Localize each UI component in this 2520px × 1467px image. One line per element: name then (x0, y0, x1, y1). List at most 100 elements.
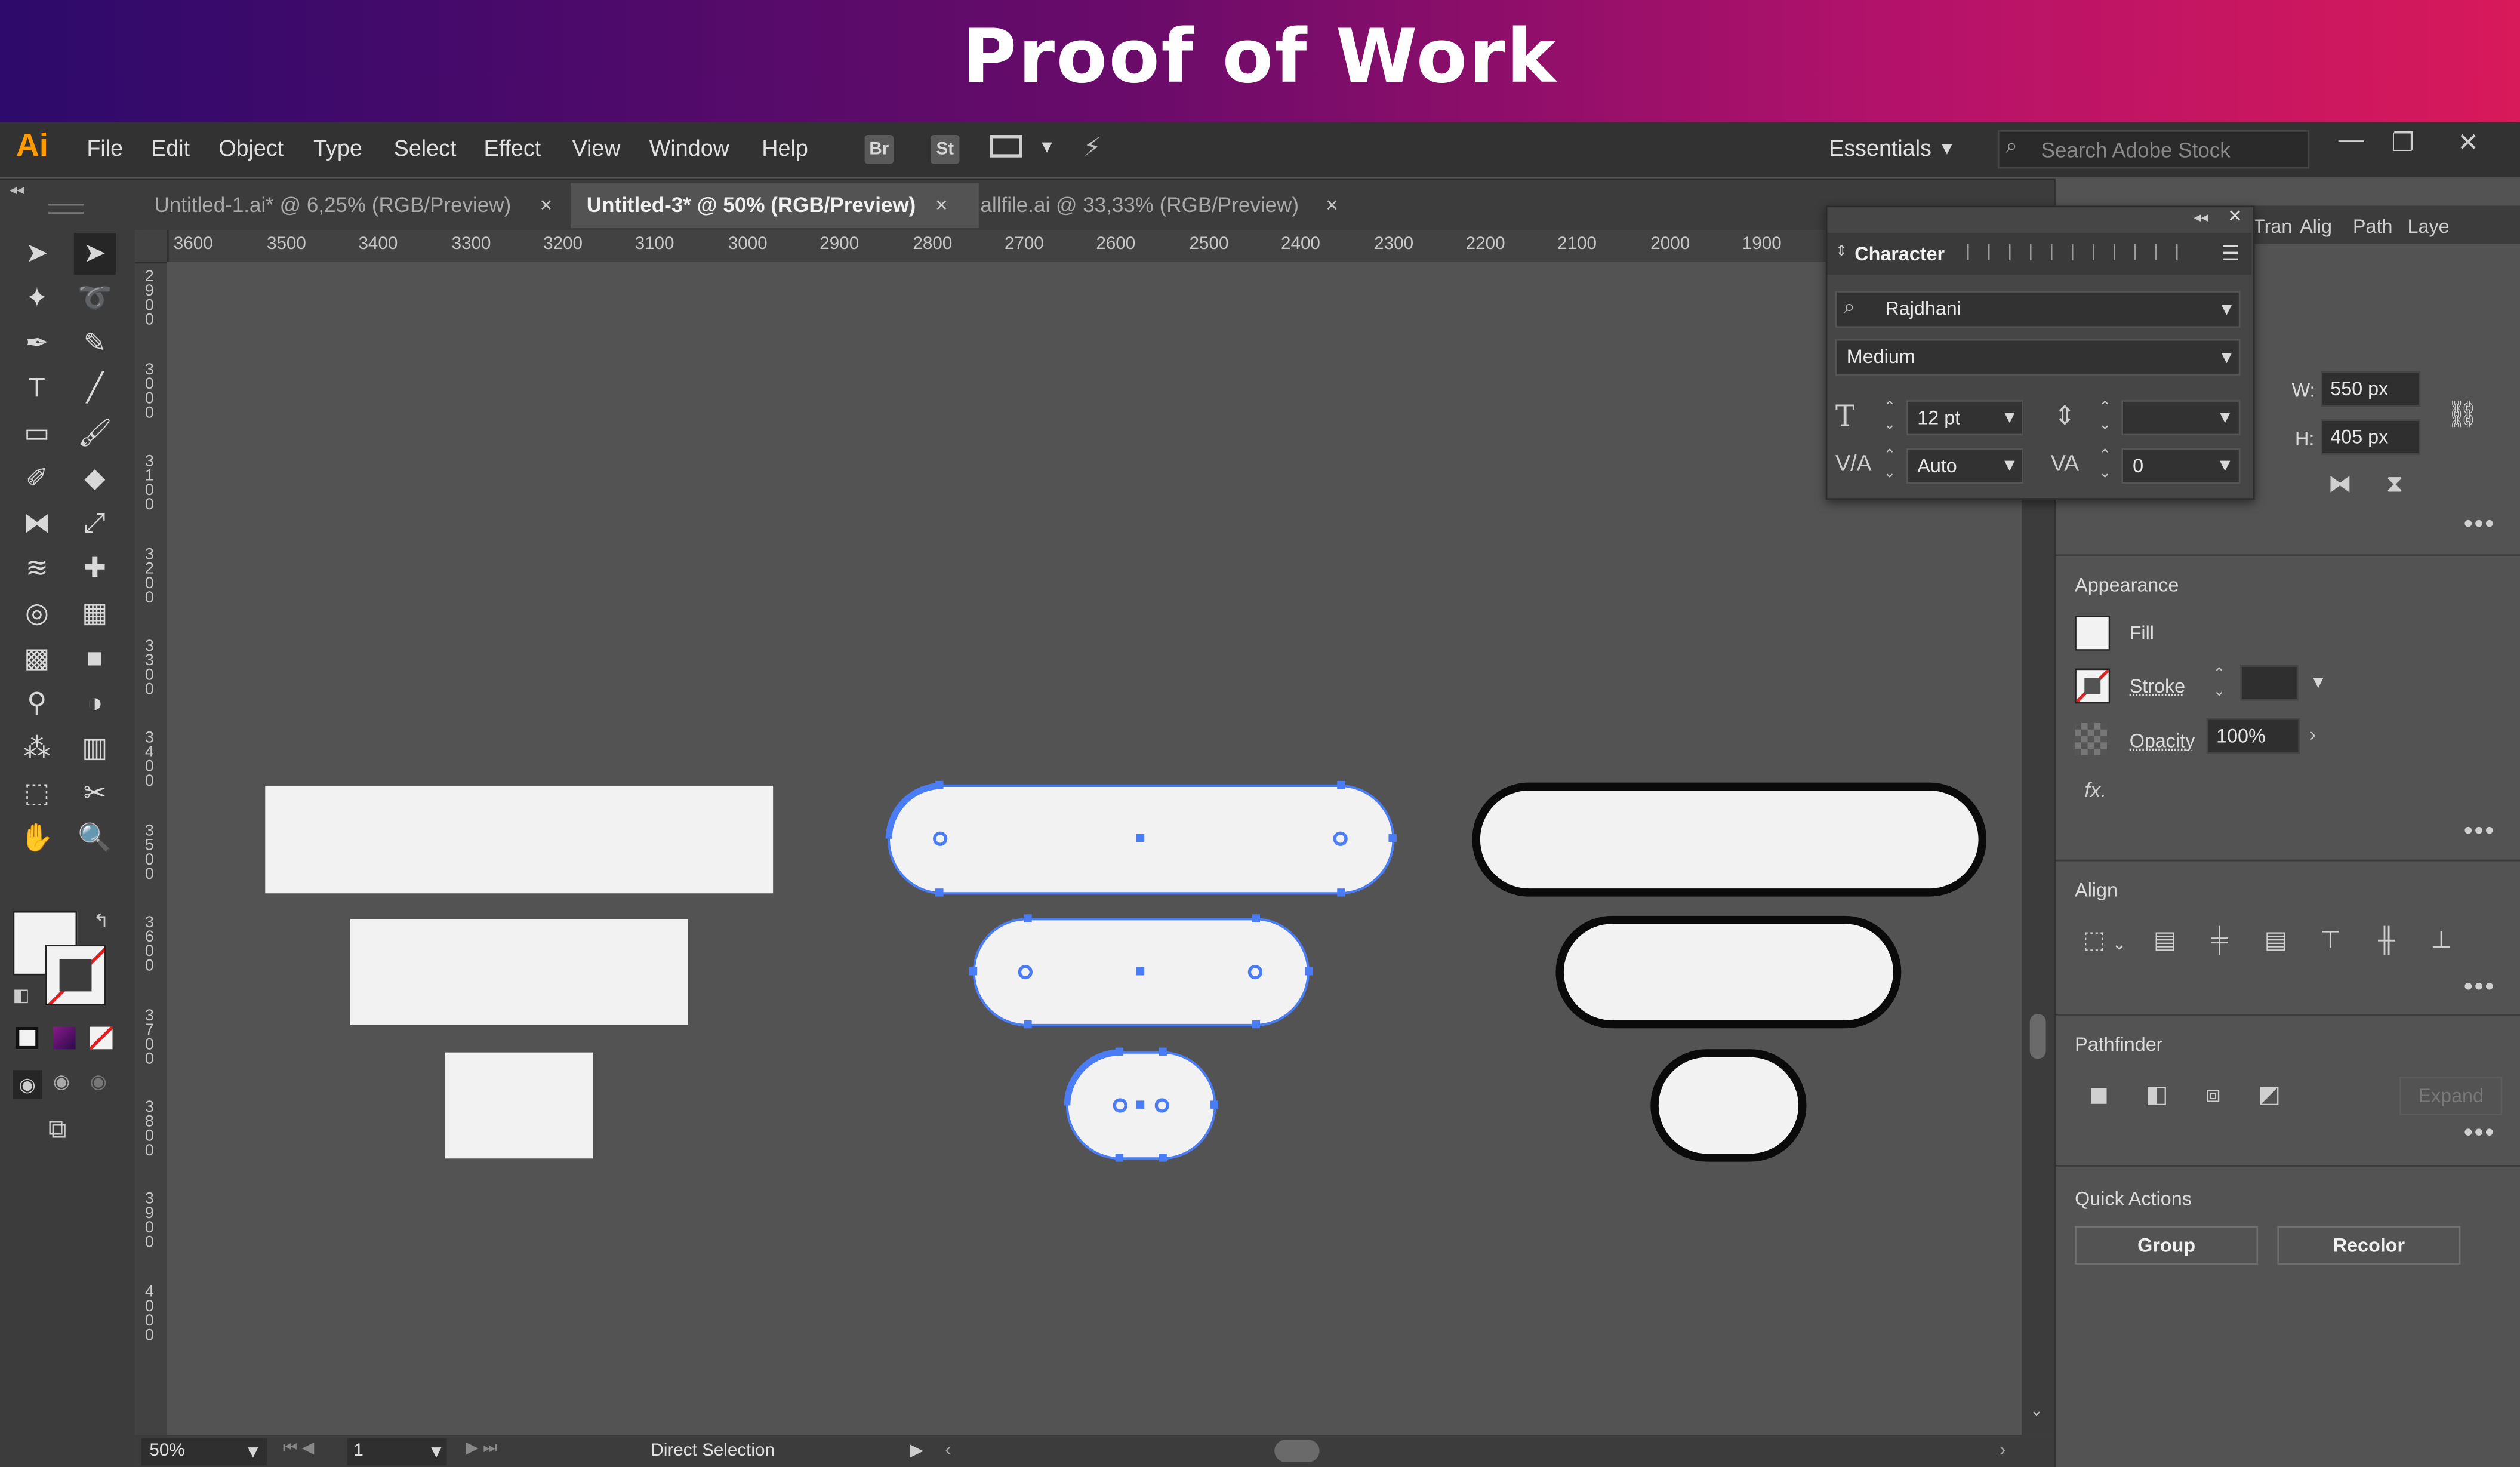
chevron-down-icon[interactable]: ▼ (2309, 673, 2327, 693)
collapse-panel-icon[interactable]: ◂◂ (2194, 209, 2208, 227)
close-panel-icon[interactable]: ✕ (2228, 205, 2242, 226)
artboard-nav-next-icons[interactable]: ▶ ⏭ (466, 1440, 497, 1457)
chevron-down-icon[interactable]: ▼ (2218, 300, 2235, 319)
none-mode-icon[interactable] (90, 1026, 113, 1050)
default-colors-icon[interactable]: ◧ (13, 985, 30, 1005)
collapse-panel-icon[interactable]: ◂◂ (10, 182, 24, 199)
panel-collapse-arrows-icon[interactable]: ⇕ (1835, 242, 1847, 260)
chevron-down-icon[interactable]: ▼ (2001, 408, 2018, 428)
menu-object[interactable]: Object (218, 135, 284, 161)
anchor-point[interactable] (935, 888, 944, 897)
align-left-icon[interactable]: ▤ (2151, 927, 2179, 956)
horizontal-scrollbar-thumb[interactable] (1274, 1440, 1320, 1462)
stock-icon[interactable]: St (931, 135, 960, 164)
fx-icon[interactable]: fx. (2084, 777, 2106, 801)
zoom-tool-icon[interactable]: 🔍 (74, 818, 116, 860)
minimize-icon[interactable]: — (2339, 127, 2364, 156)
minus-front-icon[interactable]: ◧ (2142, 1081, 2171, 1110)
eraser-tool-icon[interactable]: ◆ (74, 458, 116, 500)
workspace-switcher[interactable]: Essentials (1829, 135, 1931, 161)
chevron-down-icon[interactable]: ▼ (2216, 456, 2234, 475)
menu-file[interactable]: File (87, 135, 123, 161)
more-options-icon[interactable]: ••• (2464, 511, 2496, 540)
menu-window[interactable]: Window (649, 135, 729, 161)
tab-align[interactable]: Alig (2300, 216, 2332, 238)
stroke-weight-stepper[interactable]: ⌃ ⌄ (2213, 665, 2236, 700)
menu-help[interactable]: Help (762, 135, 808, 161)
anchor-point[interactable] (935, 780, 944, 789)
puppet-warp-tool-icon[interactable]: ✚ (74, 548, 116, 590)
direct-selection-tool-icon[interactable]: ➤ (73, 233, 116, 275)
type-tool-icon[interactable]: T (16, 368, 58, 410)
scroll-left-icon[interactable]: ‹ (945, 1438, 951, 1461)
anchor-point[interactable] (1115, 1154, 1124, 1162)
font-style-field[interactable]: Medium (1835, 339, 2241, 376)
menu-effect[interactable]: Effect (483, 135, 541, 161)
anchor-point[interactable] (1115, 1047, 1124, 1056)
chevron-down-icon[interactable]: ▼ (1938, 140, 1955, 159)
exclude-icon[interactable]: ◩ (2255, 1081, 2284, 1110)
tab-close-icon[interactable]: × (1326, 193, 1338, 217)
artboard-tool-icon[interactable]: ⬚ (16, 773, 58, 814)
flip-vertical-icon[interactable]: ⧗ (2380, 470, 2409, 499)
chevron-down-icon[interactable]: ▼ (2218, 349, 2235, 368)
eyedropper-tool-icon[interactable]: ⚲ (16, 683, 58, 725)
stroke-color-swatch[interactable] (2075, 668, 2111, 704)
align-to-selection-icon[interactable]: ⬚ (2080, 927, 2108, 956)
color-mode-icon[interactable] (16, 1026, 39, 1050)
toolbar-grip[interactable] (48, 204, 84, 214)
stroked-pill-medium[interactable] (1555, 915, 1902, 1029)
chevron-down-icon[interactable]: ⌄ (2112, 934, 2127, 954)
rectangle-large[interactable] (265, 785, 774, 894)
rectangle-tool-icon[interactable]: ▭ (16, 413, 58, 455)
lasso-tool-icon[interactable]: ➰ (74, 278, 116, 320)
anchor-point[interactable] (1210, 1100, 1218, 1109)
warp-tool-icon[interactable]: ≋ (16, 548, 58, 590)
anchor-point[interactable] (1024, 914, 1032, 922)
tab-layers[interactable]: Laye (2408, 216, 2450, 238)
leading-stepper[interactable]: ⌃ ⌄ (2099, 398, 2111, 433)
width-field[interactable]: 550 px (2321, 371, 2421, 407)
chevron-down-icon[interactable]: ▼ (427, 1443, 445, 1462)
align-vertical-center-icon[interactable]: ╫ (2372, 927, 2401, 956)
tab-close-icon[interactable]: × (935, 193, 947, 217)
anchor-point[interactable] (969, 967, 978, 976)
chevron-down-icon[interactable]: ▼ (244, 1443, 261, 1462)
align-right-icon[interactable]: ▤ (2261, 927, 2290, 956)
align-top-icon[interactable]: ⊤ (2316, 927, 2345, 956)
gradient-mode-icon[interactable] (53, 1026, 76, 1050)
more-options-icon[interactable]: ••• (2464, 1120, 2496, 1149)
expand-button[interactable]: Expand (2399, 1077, 2503, 1115)
scroll-right-icon[interactable]: › (2000, 1438, 2006, 1461)
gradient-tool-icon[interactable]: ■ (74, 638, 116, 679)
screen-mode-icon[interactable]: ⧉ (48, 1117, 67, 1145)
recolor-button[interactable]: Recolor (2277, 1226, 2461, 1265)
opacity-label[interactable]: Opacity (2130, 730, 2195, 752)
swap-colors-icon[interactable]: ↰ (93, 909, 109, 932)
draw-normal-icon[interactable]: ◉ (13, 1070, 42, 1099)
anchor-point[interactable] (1337, 780, 1345, 789)
tracking-stepper[interactable]: ⌃ ⌄ (2099, 447, 2111, 482)
constrain-proportions-icon[interactable]: ⛓ (2446, 398, 2479, 430)
restore-icon[interactable]: ❐ (2392, 127, 2415, 159)
menu-select[interactable]: Select (394, 135, 457, 161)
magic-wand-tool-icon[interactable]: ✦ (16, 278, 58, 320)
menu-edit[interactable]: Edit (151, 135, 190, 161)
status-menu-icon[interactable]: ▶ (910, 1440, 923, 1460)
anchor-point[interactable] (1305, 967, 1313, 976)
kerning-stepper[interactable]: ⌃ ⌄ (1884, 447, 1896, 482)
anchor-point[interactable] (1337, 888, 1345, 897)
anchor-point[interactable] (1388, 834, 1397, 842)
tab-close-icon[interactable]: × (540, 193, 552, 217)
stroke-weight-field[interactable] (2240, 665, 2299, 701)
stroked-pill-large[interactable] (1472, 782, 1987, 897)
line-tool-icon[interactable]: ╱ (74, 368, 116, 410)
chevron-down-icon[interactable]: ▼ (2001, 456, 2018, 475)
perspective-grid-tool-icon[interactable]: ▦ (74, 593, 116, 635)
shape-builder-tool-icon[interactable]: ◎ (16, 593, 58, 635)
group-button[interactable]: Group (2075, 1226, 2259, 1265)
shaper-tool-icon[interactable]: ✐ (16, 458, 58, 500)
arrange-documents-icon[interactable] (990, 135, 1022, 158)
chevron-down-icon[interactable]: ▼ (2216, 408, 2234, 428)
pen-tool-icon[interactable]: ✒ (16, 323, 58, 365)
